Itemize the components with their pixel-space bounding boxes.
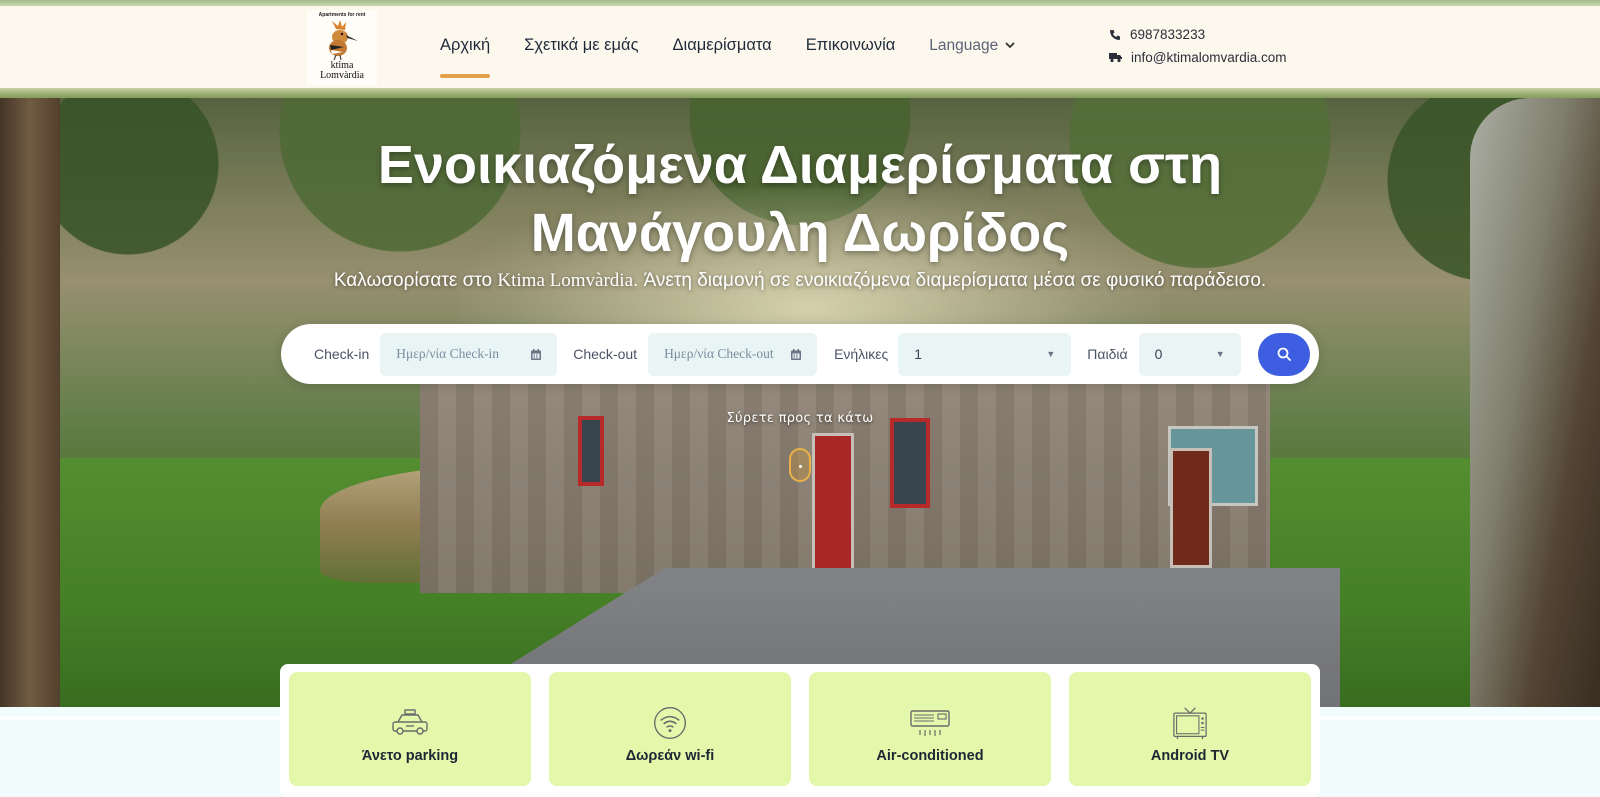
main-nav: Αρχική Σχετικά με εμάς Διαμερίσματα Επικ… [440, 36, 1049, 78]
amenity-label-wifi: Δωρεάν wi-fi [625, 748, 715, 764]
hero-subtitle-brand: Ktima Lomvàrdia [497, 270, 634, 291]
language-label: Language [929, 36, 999, 54]
children-value: 0 [1154, 346, 1163, 362]
nav-item-home[interactable]: Αρχική [440, 36, 491, 78]
amenity-label-tv: Android TV [1150, 748, 1230, 764]
select-caret-icon: ▼ [1046, 349, 1056, 359]
amenities-panel: Άνετο parking Δωρεάν wi-fi Air-condition… [280, 664, 1320, 797]
logo-tagline: Apartments for rent [318, 12, 366, 18]
phone-icon [1110, 29, 1120, 40]
hero-title: Ενοικιαζόμενα Διαμερίσματα στη Μανάγουλη… [330, 131, 1270, 267]
checkin-date-field[interactable]: Ημερ/νία Check-in [380, 332, 558, 376]
search-icon [1277, 347, 1291, 361]
hero-subtitle-end: . Άνετη διαμονή σε ενοικιαζόμενα διαμερί… [633, 270, 1267, 291]
nav-item-about[interactable]: Σχετικά με εμάς [524, 36, 638, 55]
children-label: Παιδιά [1087, 346, 1128, 362]
site-logo[interactable]: Apartments for rent ktima Lomvàrdia [307, 10, 377, 85]
adults-value: 1 [914, 346, 923, 362]
checkin-placeholder: Ημερ/νία Check-in [396, 346, 500, 361]
hero-subtitle-start: Καλωσορίσατε στο [333, 270, 498, 291]
taxi-icon [392, 709, 428, 735]
amenity-card-parking: Άνετο parking [289, 672, 531, 786]
contact-email: info@ktimalomvardia.com [1131, 50, 1287, 65]
wifi-icon [654, 707, 686, 739]
calendar-icon [791, 348, 802, 360]
tv-icon [1173, 707, 1207, 740]
amenity-card-air-conditioning: Air-conditioned [809, 672, 1051, 786]
air-conditioner-icon [910, 710, 950, 736]
logo-brand-line2: Lomvàrdia [320, 70, 364, 81]
scroll-down-hint: Σύρετε προς τα κάτω [726, 411, 874, 426]
hero-subtitle: Καλωσορίσατε στο Ktima Lomvàrdia. Άνετη … [230, 270, 1370, 292]
contact-phone: 6987833233 [1130, 27, 1206, 42]
contact-email-row[interactable]: info@ktimalomvardia.com [1109, 46, 1287, 69]
hero-title-line2: Μανάγουλη Δωρίδος [530, 203, 1070, 263]
header-contact: 6987833233 info@ktimalomvardia.com [1109, 23, 1287, 69]
amenity-label-air-conditioning: Air-conditioned [876, 748, 984, 764]
amenity-card-tv: Android TV [1069, 672, 1311, 786]
children-select[interactable]: 0 ▼ [1138, 332, 1241, 376]
adults-label: Ενήλικες [834, 346, 889, 362]
amenity-label-parking: Άνετο parking [361, 748, 459, 764]
nav-item-contact[interactable]: Επικοινωνία [806, 36, 896, 55]
search-button[interactable] [1257, 332, 1310, 376]
checkin-label: Check-in [314, 346, 370, 362]
scroll-mouse-icon[interactable] [789, 448, 811, 482]
contact-phone-row[interactable]: 6987833233 [1109, 23, 1287, 46]
booking-search-bar: Check-in Ημερ/νία Check-in Check-out Ημε… [281, 324, 1319, 384]
select-caret-icon: ▼ [1215, 349, 1225, 359]
chevron-down-icon [1005, 42, 1015, 49]
amenity-card-wifi: Δωρεάν wi-fi [549, 672, 791, 786]
language-dropdown[interactable]: Language [929, 37, 1015, 55]
nav-item-apartments[interactable]: Διαμερίσματα [673, 36, 772, 55]
checkout-placeholder: Ημερ/νία Check-out [664, 346, 774, 361]
checkout-date-field[interactable]: Ημερ/νία Check-out [648, 332, 818, 376]
adults-select[interactable]: 1 ▼ [898, 332, 1072, 376]
calendar-icon [531, 348, 542, 360]
truck-icon [1109, 53, 1122, 63]
checkout-label: Check-out [573, 346, 638, 362]
hero-title-line1: Ενοικιαζόμενα Διαμερίσματα στη [377, 135, 1223, 195]
hoopoe-bird-icon [329, 20, 358, 61]
